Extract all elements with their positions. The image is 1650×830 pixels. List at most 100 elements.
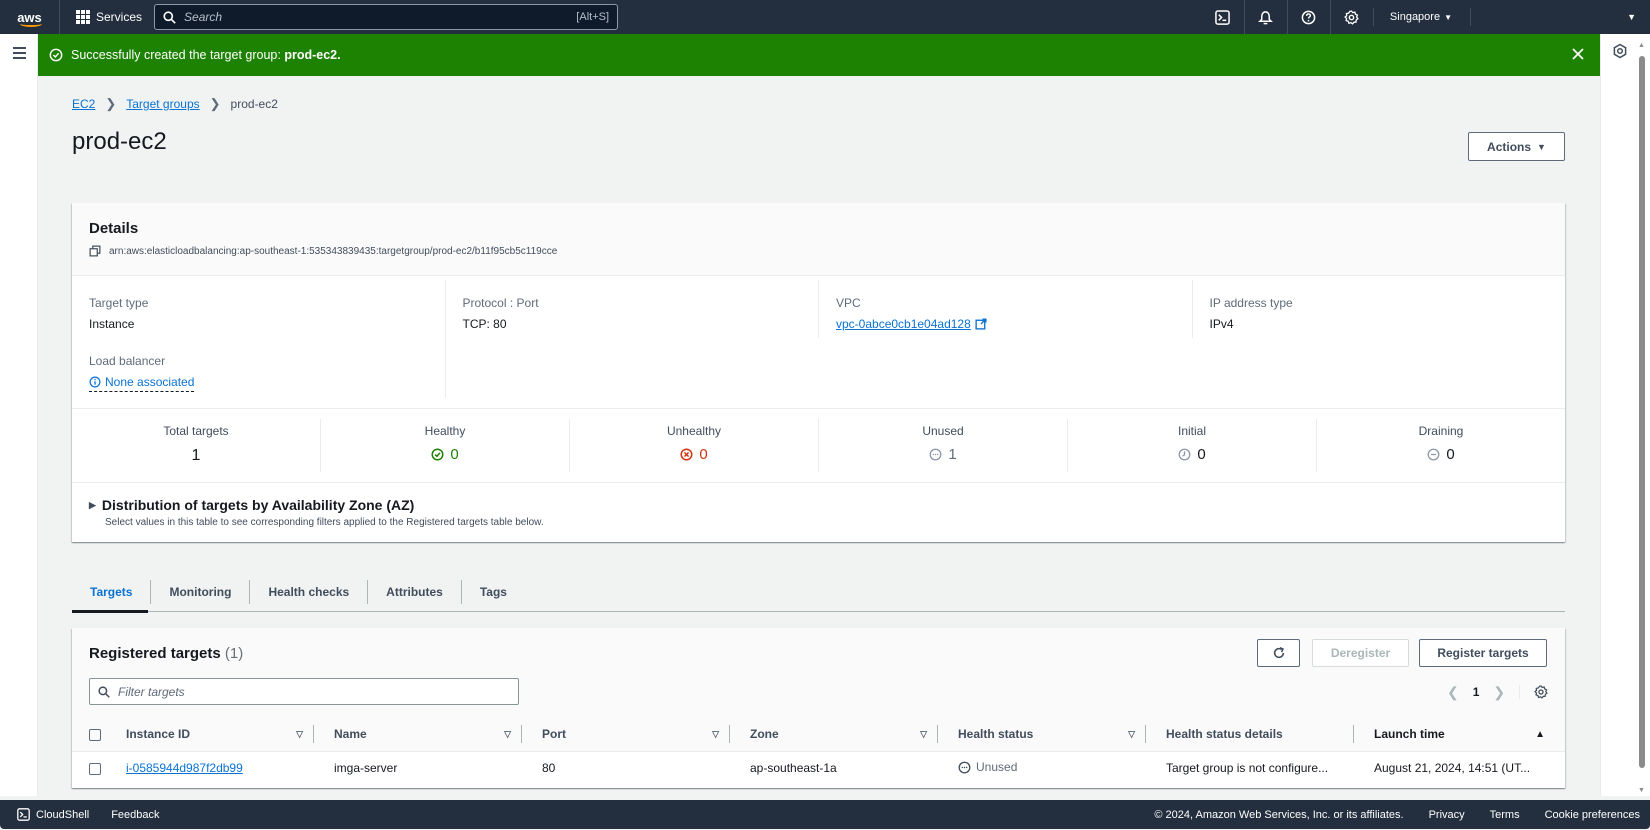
count-label: Unused <box>922 424 964 438</box>
region-label: Singapore <box>1389 11 1441 23</box>
vpc-link[interactable]: vpc-0abce0cb1e04ad128 <box>836 317 987 331</box>
page-number[interactable]: 1 <box>1473 685 1480 699</box>
breadcrumb-target-groups[interactable]: Target groups <box>126 97 199 111</box>
row-checkbox[interactable] <box>89 763 101 776</box>
breadcrumb-ec2[interactable]: EC2 <box>72 97 95 111</box>
targets-table: Instance ID ▽ Name ▽ Port ▽ Zone ▽ Health st… <box>72 718 1565 785</box>
target-counts: Total targets 1 Healthy 0 Unhealthy 0 Un… <box>72 409 1565 483</box>
scroll-up-arrow-icon[interactable]: ▲ <box>1638 42 1645 49</box>
cloudshell-footer-button[interactable]: CloudShell <box>17 808 89 821</box>
tab-attributes[interactable]: Attributes <box>367 579 461 604</box>
column-header-launch-time[interactable]: Launch time ▲ <box>1364 718 1565 751</box>
copyright-text: © 2024, Amazon Web Services, Inc. or its… <box>1154 808 1404 821</box>
tab-tags[interactable]: Tags <box>460 579 525 604</box>
pagination: ❮ 1 ❯ <box>1447 680 1548 704</box>
cookie-preferences-link[interactable]: Cookie preferences <box>1545 809 1640 821</box>
privacy-link[interactable]: Privacy <box>1429 809 1465 821</box>
cell-zone: ap-southeast-1a <box>750 761 837 776</box>
refresh-icon <box>1273 647 1284 659</box>
target-type-field: Target type Instance Load balancer None … <box>72 280 445 398</box>
target-type-value: Instance <box>89 317 135 331</box>
caret-right-icon: ▶ <box>89 499 96 510</box>
menu-icon[interactable] <box>13 47 26 62</box>
sort-icon: ▽ <box>920 728 927 739</box>
status-pending-clock-icon <box>1178 448 1191 461</box>
next-page-icon[interactable]: ❯ <box>1493 684 1505 701</box>
feedback-link[interactable]: Feedback <box>111 809 159 821</box>
select-all-checkbox[interactable] <box>89 729 101 742</box>
column-header-port[interactable]: Port ▽ <box>532 718 740 751</box>
filter-targets-input[interactable]: Filter targets <box>89 678 519 705</box>
count-healthy: Healthy 0 <box>320 419 569 472</box>
notifications-button[interactable] <box>1243 0 1287 34</box>
cloudshell-label: CloudShell <box>36 808 90 821</box>
ip-address-type-label: IP address type <box>1209 296 1293 310</box>
chevron-right-icon: ❯ <box>105 96 117 111</box>
sort-icon: ▽ <box>1128 728 1135 739</box>
cell-health-status: Unused <box>958 760 1017 774</box>
caret-down-icon: ▼ <box>1444 12 1452 22</box>
register-targets-button[interactable]: Register targets <box>1419 639 1547 667</box>
tab-health-checks[interactable]: Health checks <box>249 579 367 604</box>
active-tab-indicator <box>72 610 148 613</box>
instance-id-link[interactable]: i-0585944d987f2db99 <box>126 761 243 775</box>
column-header-health-status[interactable]: Health status ▽ <box>948 718 1156 751</box>
external-link-icon <box>975 318 987 330</box>
close-icon[interactable] <box>1570 46 1586 62</box>
registered-targets-count: (1) <box>224 645 244 662</box>
count-label: Total targets <box>163 424 229 438</box>
target-type-label: Target type <box>89 296 149 310</box>
column-header-name[interactable]: Name ▽ <box>324 718 532 751</box>
account-menu[interactable]: ▼ <box>1470 8 1650 26</box>
deregister-button[interactable]: Deregister <box>1312 639 1409 667</box>
az-distribution-section: ▶ Distribution of targets by Availabilit… <box>72 483 1565 542</box>
column-label: Port <box>542 727 566 742</box>
refresh-button[interactable] <box>1257 639 1300 667</box>
services-menu-button[interactable]: Services <box>68 0 150 34</box>
caret-down-icon: ▼ <box>1627 12 1636 22</box>
count-value: 0 <box>699 446 708 463</box>
register-targets-label: Register targets <box>1437 646 1529 660</box>
health-status-text: Unused <box>976 760 1018 774</box>
page-title: prod-ec2 <box>72 128 167 155</box>
load-balancer-link[interactable]: None associated <box>89 375 195 392</box>
breadcrumb: EC2 ❯ Target groups ❯ prod-ec2 <box>72 96 278 112</box>
column-header-health-status-details[interactable]: Health status details <box>1156 718 1364 751</box>
settings-button[interactable] <box>1329 0 1373 34</box>
column-label: Launch time <box>1374 727 1445 742</box>
table-preferences-button[interactable] <box>1519 685 1548 699</box>
cell-port: 80 <box>542 761 556 776</box>
aws-logo[interactable]: aws <box>0 0 60 34</box>
scrollbar-thumb[interactable] <box>1639 56 1645 768</box>
arn-row: arn:aws:elasticloadbalancing:ap-southeas… <box>89 245 1548 257</box>
count-label: Initial <box>1177 424 1206 438</box>
info-icon <box>89 376 101 388</box>
scroll-down-arrow-icon[interactable]: ▼ <box>1638 787 1645 794</box>
help-icon <box>1302 10 1316 24</box>
global-search-input[interactable]: Search [Alt+S] <box>154 4 619 30</box>
cloudshell-button[interactable] <box>1201 0 1244 34</box>
status-stopped-icon <box>958 761 971 773</box>
help-button[interactable] <box>1286 0 1330 34</box>
az-distribution-toggle[interactable]: ▶ Distribution of targets by Availabilit… <box>89 497 1548 513</box>
breadcrumb-current: prod-ec2 <box>230 97 278 111</box>
tab-targets[interactable]: Targets <box>72 580 150 604</box>
column-header-zone[interactable]: Zone ▽ <box>740 718 948 751</box>
tools-panel-icon[interactable] <box>1612 43 1628 59</box>
copy-icon[interactable] <box>89 245 101 257</box>
region-selector[interactable]: Singapore ▼ <box>1372 8 1470 26</box>
table-row: i-0585944d987f2db99 imga-server 80 ap-so… <box>72 751 1565 785</box>
count-draining: Draining 0 <box>1316 419 1565 472</box>
column-header-instance-id[interactable]: Instance ID ▽ <box>116 718 324 751</box>
cell-launch-time: August 21, 2024, 14:51 (UT... <box>1374 761 1531 776</box>
actions-dropdown-button[interactable]: Actions ▼ <box>1468 132 1565 161</box>
count-total-targets: Total targets 1 <box>72 419 320 472</box>
ip-address-type-field: IP address type IPv4 <box>1191 280 1566 338</box>
previous-page-icon[interactable]: ❮ <box>1447 684 1459 701</box>
tab-monitoring[interactable]: Monitoring <box>150 579 249 604</box>
bell-icon <box>1258 10 1274 24</box>
vpc-label: VPC <box>836 296 861 310</box>
load-balancer-label: Load balancer <box>89 354 166 368</box>
page-scrollbar[interactable]: ▲ ▼ <box>1637 42 1647 794</box>
terms-link[interactable]: Terms <box>1490 809 1520 821</box>
